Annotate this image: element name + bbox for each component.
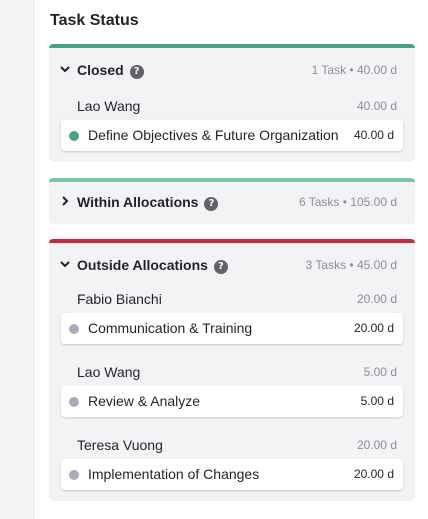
group-within-allocations: Within Allocations? 6 Tasks • 105.00 d <box>49 178 415 224</box>
group-within-summary: 6 Tasks • 105.00 d <box>298 195 397 209</box>
task-name: Implementation of Changes <box>88 466 260 482</box>
group-outside-allocations: Outside Allocations? 3 Tasks • 45.00 d F… <box>49 239 415 501</box>
group-outside-name: Outside Allocations? <box>77 257 228 274</box>
person-name: Lao Wang <box>77 98 141 114</box>
task-name: Define Objectives & Future Organization <box>88 127 339 143</box>
status-dot-open <box>69 324 79 334</box>
task-row[interactable]: Communication & Training 20.00 d <box>61 313 403 344</box>
task-value: 5.00 d <box>360 394 394 408</box>
task-row[interactable]: Implementation of Changes 20.00 d <box>61 459 403 490</box>
chevron-down-icon[interactable] <box>59 258 71 270</box>
person-total: 5.00 d <box>363 365 397 379</box>
group-within-name: Within Allocations? <box>77 194 219 211</box>
panel-title: Task Status <box>50 12 139 29</box>
person-name: Teresa Vuong <box>77 437 163 453</box>
group-closed-summary: 1 Task • 40.00 d <box>311 63 397 77</box>
chevron-down-icon[interactable] <box>59 63 71 75</box>
question-circle-icon[interactable]: ? <box>204 196 219 211</box>
task-row[interactable]: Define Objectives & Future Organization … <box>61 120 403 151</box>
task-row[interactable]: Review & Analyze 5.00 d <box>61 386 403 417</box>
task-name: Communication & Training <box>88 320 253 336</box>
task-status-panel: Task Status Closed? 1 Task • 40.00 d Lao… <box>33 0 428 519</box>
person-name: Fabio Bianchi <box>77 291 162 307</box>
question-circle-icon[interactable]: ? <box>129 64 144 79</box>
status-dot-closed <box>69 131 79 141</box>
person-total: 20.00 d <box>356 438 397 452</box>
status-dot-open <box>69 397 79 407</box>
group-outside-header[interactable]: Outside Allocations? 3 Tasks • 45.00 d <box>49 243 415 289</box>
task-value: 20.00 d <box>353 321 394 335</box>
group-closed: Closed? 1 Task • 40.00 d Lao Wang 40.00 … <box>49 44 415 162</box>
person-total: 20.00 d <box>356 292 397 306</box>
chevron-right-icon[interactable] <box>59 195 71 207</box>
task-value: 40.00 d <box>353 128 394 142</box>
person-name: Lao Wang <box>77 364 141 380</box>
task-name: Review & Analyze <box>88 393 201 409</box>
person-total: 40.00 d <box>356 99 397 113</box>
group-closed-header[interactable]: Closed? 1 Task • 40.00 d <box>49 48 415 94</box>
group-within-header[interactable]: Within Allocations? 6 Tasks • 105.00 d <box>49 182 415 228</box>
group-outside-summary: 3 Tasks • 45.00 d <box>305 258 397 272</box>
question-circle-icon[interactable]: ? <box>213 259 228 274</box>
group-closed-name: Closed? <box>77 62 144 79</box>
status-dot-open <box>69 470 79 480</box>
task-value: 20.00 d <box>353 467 394 481</box>
